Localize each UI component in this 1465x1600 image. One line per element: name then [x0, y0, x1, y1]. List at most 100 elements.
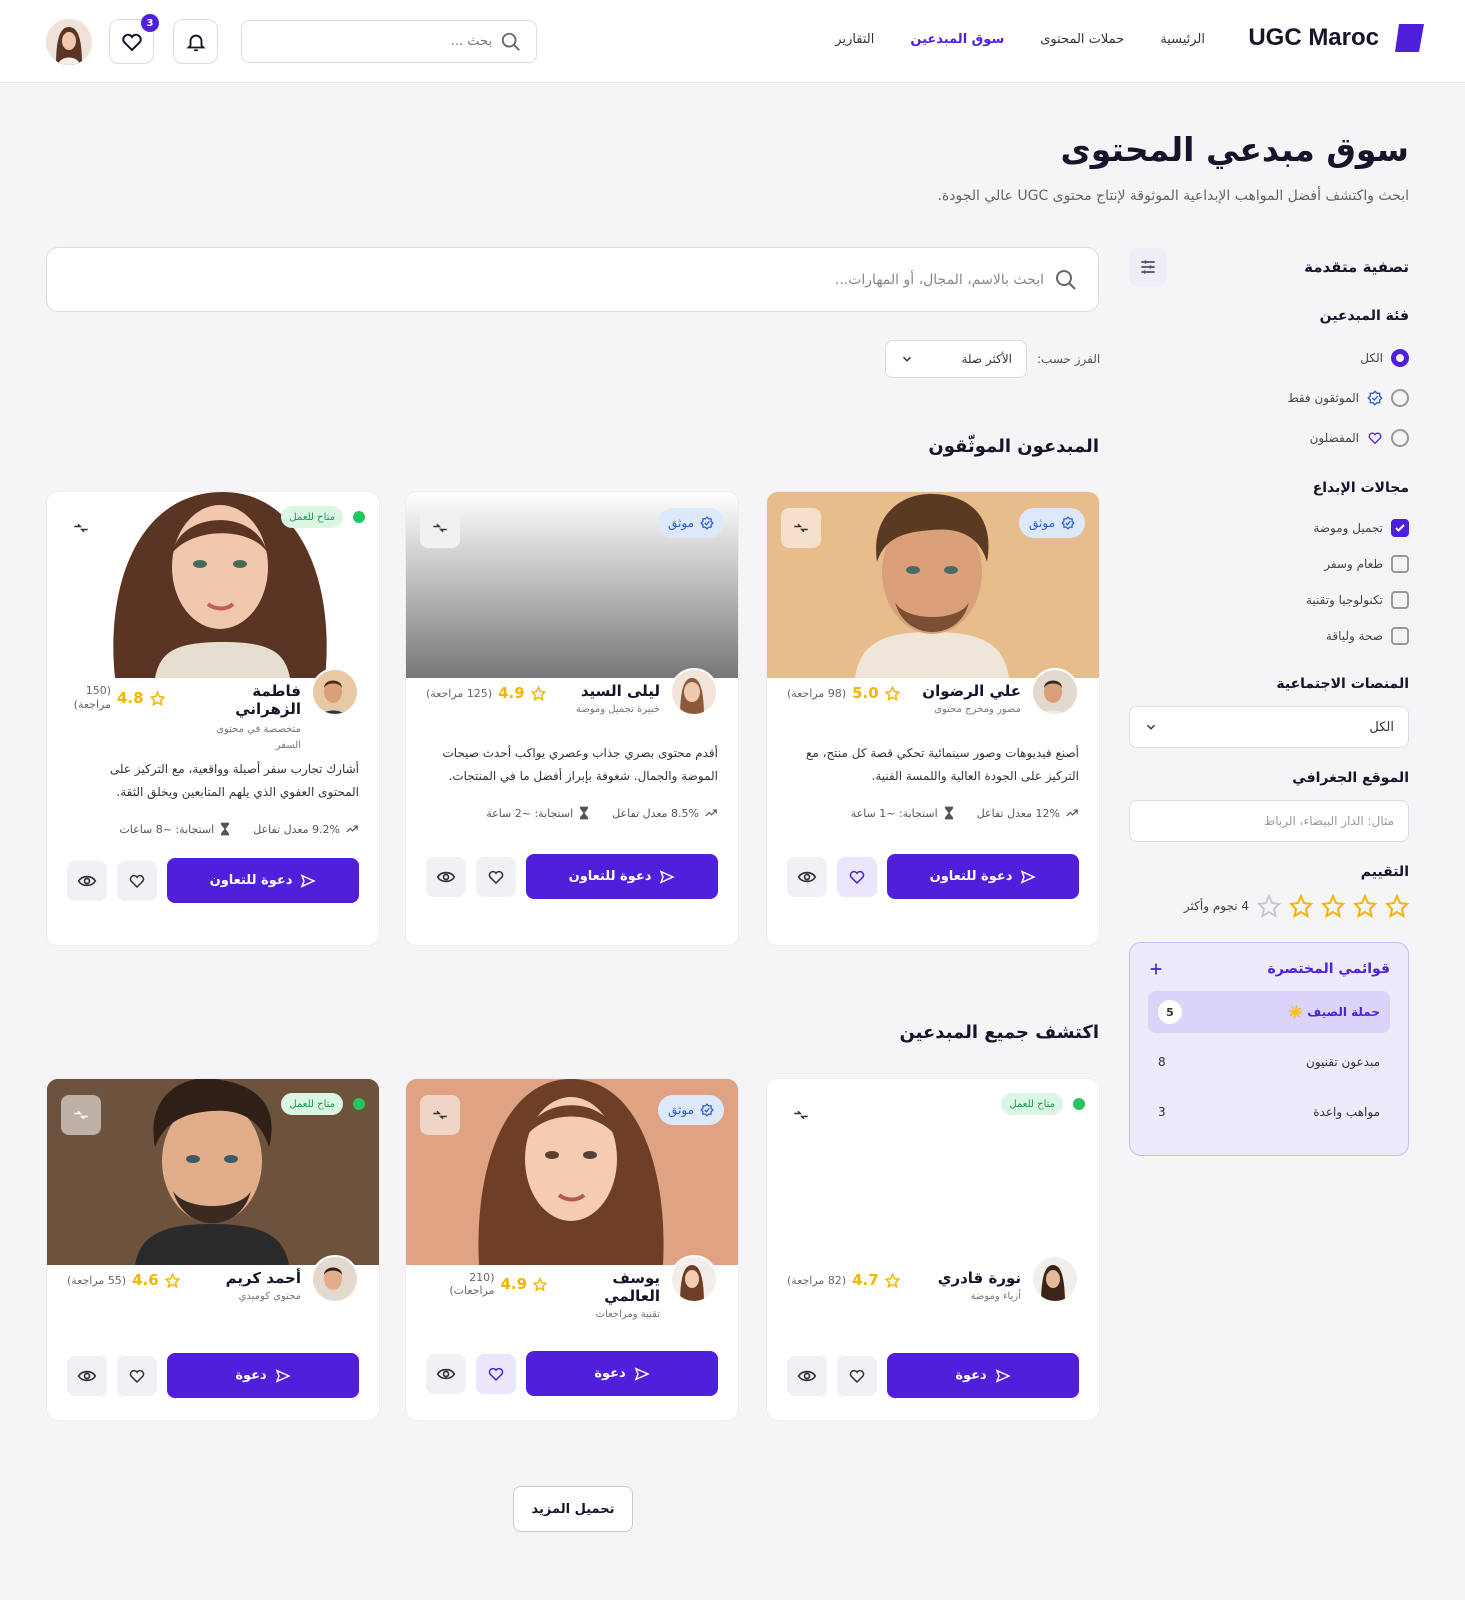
search-icon — [501, 32, 520, 51]
creator-card[interactable]: موثق ليلى السيد خبيرة تجميل وموضة 4.9 (1… — [405, 491, 739, 946]
compare-button[interactable] — [61, 508, 101, 548]
creator-name[interactable]: ليلى السيد — [576, 682, 660, 700]
invite-button[interactable]: دعوة — [167, 1353, 359, 1398]
platforms-value: الكل — [1369, 719, 1394, 735]
response-value: استجابة: ~2 ساعة — [486, 806, 574, 820]
filters-toggle-button[interactable] — [1129, 248, 1167, 286]
checkbox[interactable] — [1391, 627, 1409, 645]
nav-marketplace[interactable]: سوق المبدعين — [910, 32, 1004, 47]
compare-button[interactable] — [420, 508, 460, 548]
invite-label: دعوة للتعاون — [209, 873, 293, 888]
field-tech[interactable]: تكنولوجيا وتقنية — [1129, 582, 1409, 618]
checkbox[interactable] — [1391, 555, 1409, 573]
creator-name[interactable]: نورة قادري — [938, 1269, 1021, 1287]
star-icon[interactable] — [1289, 894, 1313, 918]
view-profile-button[interactable] — [67, 1355, 107, 1396]
star-icon[interactable] — [1321, 894, 1345, 918]
sort-value: الأكثر صلة — [961, 352, 1012, 366]
compare-button[interactable] — [781, 1095, 821, 1135]
verified-badge: موثق — [1019, 508, 1085, 538]
creator-role: متخصصة في محتوى السفر — [216, 724, 301, 751]
favorite-button[interactable] — [117, 1355, 157, 1396]
creator-avatar — [311, 1255, 359, 1303]
star-empty-icon[interactable] — [1257, 894, 1281, 918]
creator-search[interactable]: ابحث بالاسم، المجال، أو المهارات... — [46, 247, 1099, 312]
field-label: تكنولوجيا وتقنية — [1305, 593, 1383, 607]
shortlist-item[interactable]: مبدعون تقنيون 8 — [1148, 1041, 1390, 1083]
creator-name[interactable]: أحمد كريم — [226, 1269, 301, 1287]
nav-reports[interactable]: التقارير — [835, 32, 874, 47]
response-stat: استجابة: ~2 ساعة — [486, 806, 590, 820]
rating-value: 4.6 — [132, 1271, 159, 1289]
category-label: الموثقون فقط — [1287, 391, 1359, 405]
creator-role: محتوى كوميدي — [238, 1291, 301, 1302]
category-all[interactable]: الكل — [1129, 338, 1409, 378]
compare-button[interactable] — [781, 508, 821, 548]
checkbox[interactable] — [1391, 591, 1409, 609]
view-profile-button[interactable] — [67, 860, 107, 901]
available-label: متاح للعمل — [1009, 1098, 1055, 1110]
creator-card[interactable]: متاح للعمل فاطمة الزهراني متخصصة في محتو… — [46, 491, 380, 946]
field-beauty[interactable]: تجميل وموضة — [1129, 510, 1409, 546]
radio[interactable] — [1391, 429, 1409, 447]
creator-card[interactable]: موثق علي الرضوان مصور ومخرج محتوى 5.0 (9… — [766, 491, 1100, 946]
favorite-button[interactable] — [117, 860, 157, 901]
radio-selected[interactable] — [1391, 349, 1409, 367]
sort-select[interactable]: الأكثر صلة — [885, 340, 1027, 378]
compare-arrows-icon — [433, 523, 447, 533]
compare-button[interactable] — [61, 1095, 101, 1135]
notifications-button[interactable] — [173, 19, 218, 64]
platforms-select[interactable]: الكل — [1129, 706, 1409, 748]
header-search-input[interactable] — [292, 34, 492, 49]
load-more-button[interactable]: تحميل المزيد — [513, 1486, 633, 1532]
nav-campaigns[interactable]: حملات المحتوى — [1040, 32, 1124, 47]
invite-button[interactable]: دعوة للتعاون — [167, 858, 359, 903]
category-favorites[interactable]: المفضلون — [1129, 418, 1409, 458]
creator-card[interactable]: متاح للعمل أحمد كريم محتوى كوميدي 4.6 (5… — [46, 1078, 380, 1421]
rating-filter[interactable]: 4 نجوم وأكثر — [1129, 894, 1409, 918]
view-profile-button[interactable] — [787, 856, 827, 897]
brand[interactable]: UGC Maroc — [1248, 22, 1425, 54]
favorite-button[interactable] — [476, 856, 516, 897]
category-verified[interactable]: الموثقون فقط — [1129, 378, 1409, 418]
invite-button[interactable]: دعوة — [887, 1353, 1079, 1398]
favorite-button[interactable] — [476, 1353, 516, 1394]
plus-icon[interactable] — [1148, 961, 1164, 977]
favorites-button[interactable]: 3 — [109, 14, 159, 64]
star-icon[interactable] — [1385, 894, 1409, 918]
field-food-travel[interactable]: طعام وسفر — [1129, 546, 1409, 582]
review-count: (125 مراجعة) — [426, 686, 493, 700]
field-health[interactable]: صحة ولياقة — [1129, 618, 1409, 654]
creator-name[interactable]: يوسف العالمي — [557, 1269, 660, 1305]
avatar-portrait-icon — [313, 670, 357, 714]
invite-label: دعوة — [955, 1368, 987, 1383]
star-icon[interactable] — [1353, 894, 1377, 918]
invite-button[interactable]: دعوة — [526, 1351, 718, 1396]
favorite-button[interactable] — [837, 856, 877, 897]
location-input[interactable]: مثال: الدار البيضاء، الرباط — [1129, 800, 1409, 842]
star-icon — [530, 685, 546, 701]
checkbox-checked[interactable] — [1391, 519, 1409, 537]
creator-name[interactable]: علي الرضوان — [922, 682, 1021, 700]
creator-name[interactable]: فاطمة الزهراني — [201, 682, 301, 718]
shortlist-item[interactable]: مواهب واعدة 3 — [1148, 1091, 1390, 1133]
user-avatar[interactable] — [46, 19, 92, 65]
creator-cover: موثق — [406, 1079, 738, 1265]
favorite-button[interactable] — [837, 1355, 877, 1396]
compare-button[interactable] — [420, 1095, 460, 1135]
view-profile-button[interactable] — [426, 1353, 466, 1394]
creator-card[interactable]: موثق يوسف العالمي تقنية ومراجعات 4.9 (21… — [405, 1078, 739, 1421]
invite-button[interactable]: دعوة للتعاون — [526, 854, 718, 899]
verified-icon — [1367, 390, 1383, 406]
creator-card[interactable]: متاح للعمل نورة قادري أزياء وموضة 4.7 (8… — [766, 1078, 1100, 1421]
send-icon — [1021, 869, 1037, 884]
shortlist-item[interactable]: حملة الصيف ☀️ 5 — [1148, 991, 1390, 1033]
view-profile-button[interactable] — [426, 856, 466, 897]
view-profile-button[interactable] — [787, 1355, 827, 1396]
radio[interactable] — [1391, 389, 1409, 407]
invite-button[interactable]: دعوة للتعاون — [887, 854, 1079, 899]
header-search[interactable] — [241, 20, 537, 63]
nav-home[interactable]: الرئيسية — [1160, 32, 1205, 47]
eye-icon — [436, 1368, 456, 1379]
rating-value: 4.8 — [117, 689, 144, 708]
